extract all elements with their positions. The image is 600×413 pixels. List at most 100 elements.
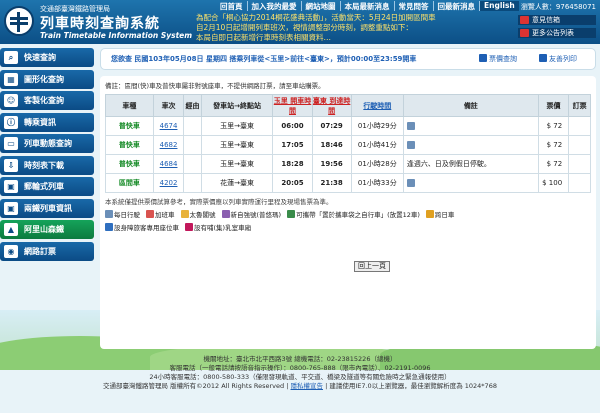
booking-cell — [568, 116, 591, 136]
legend-label: 可攜帶「置於攜車袋之自行車」(放置12車) — [296, 211, 420, 219]
mail-icon — [520, 16, 529, 24]
legend-label: 設身障旅客專用座位車 — [114, 224, 179, 232]
nav-faq[interactable]: 常見問答 — [395, 1, 434, 11]
train-number-link[interactable]: 4202 — [152, 173, 185, 193]
sidebar-item-quick-search[interactable]: ⌕ 快速查詢 — [0, 48, 94, 67]
price: $ 100 — [537, 173, 570, 193]
header-side-buttons: 意見信箱 更多公告列表 — [518, 15, 596, 41]
col-via: 經由 — [183, 94, 202, 117]
booking-cell — [568, 173, 591, 193]
col-train-no: 車次 — [152, 94, 185, 117]
col-duration[interactable]: 行駛時間 — [350, 94, 404, 117]
info-icon: ⓘ — [4, 115, 18, 129]
footer-service-phone: 客服電話（一般電話請按語音指示操作）：0800-765-888（限市內電話）、0… — [169, 364, 431, 372]
timetable-table: 車種 車次 經由 發車站→終點站 玉里 開車時間 臺東 到達時間 行駛時間 備註… — [105, 94, 591, 193]
train-number-link[interactable]: 4684 — [152, 154, 185, 174]
booking-cell — [568, 135, 591, 155]
announcement-line: 本局自即日起新增行車時刻表相關資料… — [196, 33, 331, 42]
legend-item: 新自強號(普悠瑪) — [221, 209, 281, 219]
sidebar-item-cruise-train[interactable]: ▣ 郵輪式列車 — [0, 177, 94, 196]
print-label: 友善列印 — [549, 55, 577, 63]
train-type: 區間車 — [105, 173, 154, 193]
legend-label: 每日行駛 — [114, 211, 140, 219]
results-panel: 備註：區間(快)車及普快車屬非對號座車，不提供網路訂票，請至車站購票。 車種 車… — [100, 76, 596, 349]
sidebar-item-timetable-download[interactable]: ⇩ 時刻表下載 — [0, 155, 94, 175]
daily-service-icon — [105, 210, 113, 218]
fare-disclaimer: 本系統僅提供票價試算參考，實際票價應以列車實際運行里程及現場售票為準。 — [105, 198, 333, 206]
nav-latest[interactable]: 回最新消息 — [434, 1, 480, 11]
sidebar-item-transfer-info[interactable]: ⓘ 轉乘資訊 — [0, 112, 94, 132]
sidebar-item-live-status[interactable]: ▭ 列車動態查詢 — [0, 134, 94, 153]
arrival-time: 19:56 — [311, 154, 352, 174]
train-number-link[interactable]: 4674 — [152, 116, 185, 136]
nav-favorite[interactable]: 加入我的最愛 — [248, 1, 302, 11]
nav-news[interactable]: 本局最新消息 — [341, 1, 395, 11]
via-cell — [183, 135, 202, 155]
sidebar-item-label: 列車動態查詢 — [24, 139, 72, 148]
train-number-link[interactable]: 4682 — [152, 135, 185, 155]
col-booking: 訂票 — [568, 94, 591, 117]
mountain-icon: ▲ — [4, 223, 18, 236]
price: $ 72 — [537, 135, 570, 155]
sidebar-item-bike-train[interactable]: ▣ 兩鐵列車資訊 — [0, 198, 94, 218]
note-cell — [402, 116, 539, 136]
col-arrival[interactable]: 臺東 到達時間 — [311, 94, 352, 117]
table-row: 普快車 4674 玉里→臺東 06:00 07:29 01小時29分 $ 72 — [105, 116, 591, 136]
legend-label: 加班車 — [155, 211, 175, 219]
route-cell: 玉里→臺東 — [200, 135, 274, 155]
sidebar-item-online-booking[interactable]: ◉ 網路訂票 — [0, 241, 94, 261]
legend-item: 設有哺(集)乳室車廂 — [185, 222, 251, 232]
sidebar-item-graphic-search[interactable]: ▦ 圖形化查詢 — [0, 69, 94, 89]
sidebar-item-label: 阿里山森鐵 — [24, 225, 64, 234]
daily-service-icon — [406, 140, 415, 149]
sidebar-item-label: 時刻表下載 — [24, 160, 64, 170]
via-cell — [183, 116, 202, 136]
nav-english[interactable]: English — [480, 1, 519, 11]
sidebar-item-label: 轉乘資訊 — [24, 117, 56, 127]
sidebar-item-label: 客製化查詢 — [24, 96, 64, 105]
booking-note: 備註：區間(快)車及普快車屬非對號座車，不提供網路訂票，請至車站購票。 — [105, 82, 325, 90]
overnight-icon — [425, 210, 434, 218]
col-train-type: 車種 — [105, 94, 154, 117]
fare-icon — [479, 54, 487, 62]
nav-home[interactable]: 回首頁 — [216, 1, 248, 11]
col-departure[interactable]: 玉里 開車時間 — [272, 94, 313, 117]
sidebar-item-alishan[interactable]: ▲ 阿里山森鐵 — [0, 220, 94, 239]
col-note: 備註 — [402, 94, 539, 117]
print-link[interactable]: 友善列印 — [539, 49, 577, 69]
site-title: 列車時刻查詢系統 — [40, 16, 160, 32]
route-cell: 玉里→臺東 — [200, 154, 274, 174]
sidebar-item-label: 圖形化查詢 — [24, 74, 64, 84]
train-type: 普快車 — [105, 116, 154, 136]
sidebar-item-label: 快速查詢 — [24, 53, 56, 62]
printer-icon — [539, 54, 547, 62]
sidebar-item-label: 網路訂票 — [24, 246, 56, 256]
more-announcements-button[interactable]: 更多公告列表 — [518, 28, 596, 38]
departure-time: 18:28 — [272, 154, 313, 174]
legend-item: 太魯閣號 — [180, 209, 216, 219]
legend-item: 每日行駛 — [105, 209, 140, 219]
footer: 機關地址：臺北市北平西路3號 總機電話：02-23815226（總機） 客服電話… — [0, 354, 600, 413]
icon-legend: 每日行駛 加班車 太魯閣號 新自強號(普悠瑪) 可攜帶「置於攜車袋之自行車」(放… — [105, 209, 465, 235]
duration: 01小時33分 — [350, 173, 404, 193]
legend-label: 跨日車 — [434, 211, 455, 219]
feedback-button[interactable]: 意見信箱 — [518, 15, 596, 25]
nav-sitemap[interactable]: 網站地圖 — [302, 1, 341, 11]
legend-item: 可攜帶「置於攜車袋之自行車」(放置12車) — [287, 209, 420, 219]
header-bar: 交通部臺灣鐵路管理局 列車時刻查詢系統 Train Timetable Info… — [0, 0, 600, 44]
privacy-link[interactable]: 隱私權宣告 — [291, 382, 324, 390]
train-type: 普快車 — [105, 154, 154, 174]
announcement-marquee[interactable]: 為配合「桐心協力2014桐花盛典活動」，活動當天：5月24日加開區間車 自2月1… — [196, 13, 516, 43]
main-content: 您欲查 民國103年05月08日 星期四 搭乘列車從<玉里>前往<臺東>，預計0… — [100, 48, 596, 353]
wheelchair-icon — [105, 223, 113, 231]
back-button[interactable]: 回上一頁 — [354, 261, 390, 272]
sidebar-item-custom-search[interactable]: ☺ 客製化查詢 — [0, 91, 94, 110]
puyuma-icon — [221, 210, 230, 218]
fare-query-link[interactable]: 票價查詢 — [479, 49, 517, 69]
sidebar-item-label: 郵輪式列車 — [24, 182, 64, 191]
note-cell — [402, 173, 539, 193]
duration: 01小時28分 — [350, 154, 404, 174]
site-logo[interactable]: 交通部臺灣鐵路管理局 列車時刻查詢系統 Train Timetable Info… — [4, 4, 194, 42]
col-price: 票價 — [537, 94, 570, 117]
footer-copyright: 交通部臺灣鐵路管理局 版權所有©2012 All Rights Reserved… — [0, 382, 600, 391]
